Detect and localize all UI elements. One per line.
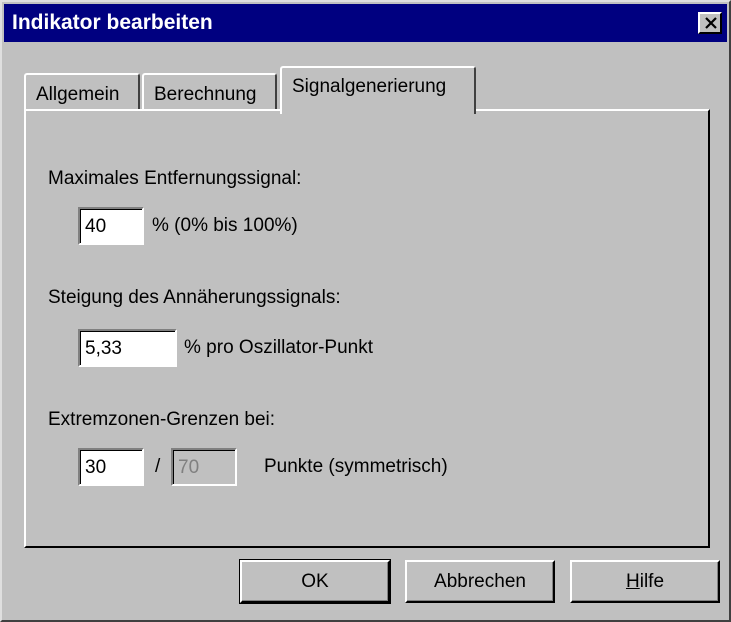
help-label-rest: ilfe (639, 571, 665, 592)
extreme-zones-suffix: Punkte (symmetrisch) (264, 456, 448, 477)
tab-berechnung-label: Berechnung (154, 84, 257, 105)
tab-signalgenerierung[interactable]: Signalgenerierung (280, 66, 476, 114)
cancel-button[interactable]: Abbrechen (405, 560, 555, 603)
approach-slope-suffix: % pro Oszillator-Punkt (184, 337, 374, 358)
help-mnemonic: H (625, 571, 640, 592)
tab-panel-signalgenerierung: Maximales Entfernungssignal: 40 % (0% bi… (24, 109, 710, 548)
dialog-window: Indikator bearbeiten Allgemein Berechnun… (0, 0, 731, 622)
tab-allgemein-label: Allgemein (36, 84, 120, 105)
close-icon (705, 17, 717, 29)
cancel-button-label: Abbrechen (434, 571, 526, 592)
max-signal-input[interactable]: 40 (78, 207, 144, 245)
close-button[interactable] (698, 12, 722, 34)
extreme-zones-separator: / (155, 456, 161, 477)
extreme-zones-label: Extremzonen-Grenzen bei: (48, 409, 276, 430)
max-signal-value: 40 (85, 216, 107, 237)
title-bar[interactable]: Indikator bearbeiten (4, 4, 727, 42)
max-signal-label: Maximales Entfernungssignal: (48, 168, 302, 189)
tab-allgemein[interactable]: Allgemein (24, 73, 140, 113)
extreme-zone-upper-value: 70 (178, 457, 200, 478)
help-button-label: Hilfe (626, 571, 664, 593)
ok-button[interactable]: OK (239, 559, 391, 604)
tab-berechnung[interactable]: Berechnung (142, 73, 277, 113)
window-title: Indikator bearbeiten (12, 11, 213, 34)
tab-signalgenerierung-label: Signalgenerierung (292, 76, 447, 97)
approach-slope-input[interactable]: 5,33 (78, 329, 177, 367)
approach-slope-label: Steigung des Annäherungssignals: (48, 287, 341, 308)
max-signal-suffix: % (0% bis 100%) (152, 215, 298, 236)
help-button[interactable]: Hilfe (570, 560, 720, 603)
approach-slope-value: 5,33 (85, 338, 122, 359)
ok-button-label: OK (301, 571, 329, 592)
extreme-zone-lower-input[interactable]: 30 (78, 448, 144, 486)
extreme-zone-upper-input: 70 (171, 448, 237, 486)
extreme-zone-lower-value: 30 (85, 457, 107, 478)
